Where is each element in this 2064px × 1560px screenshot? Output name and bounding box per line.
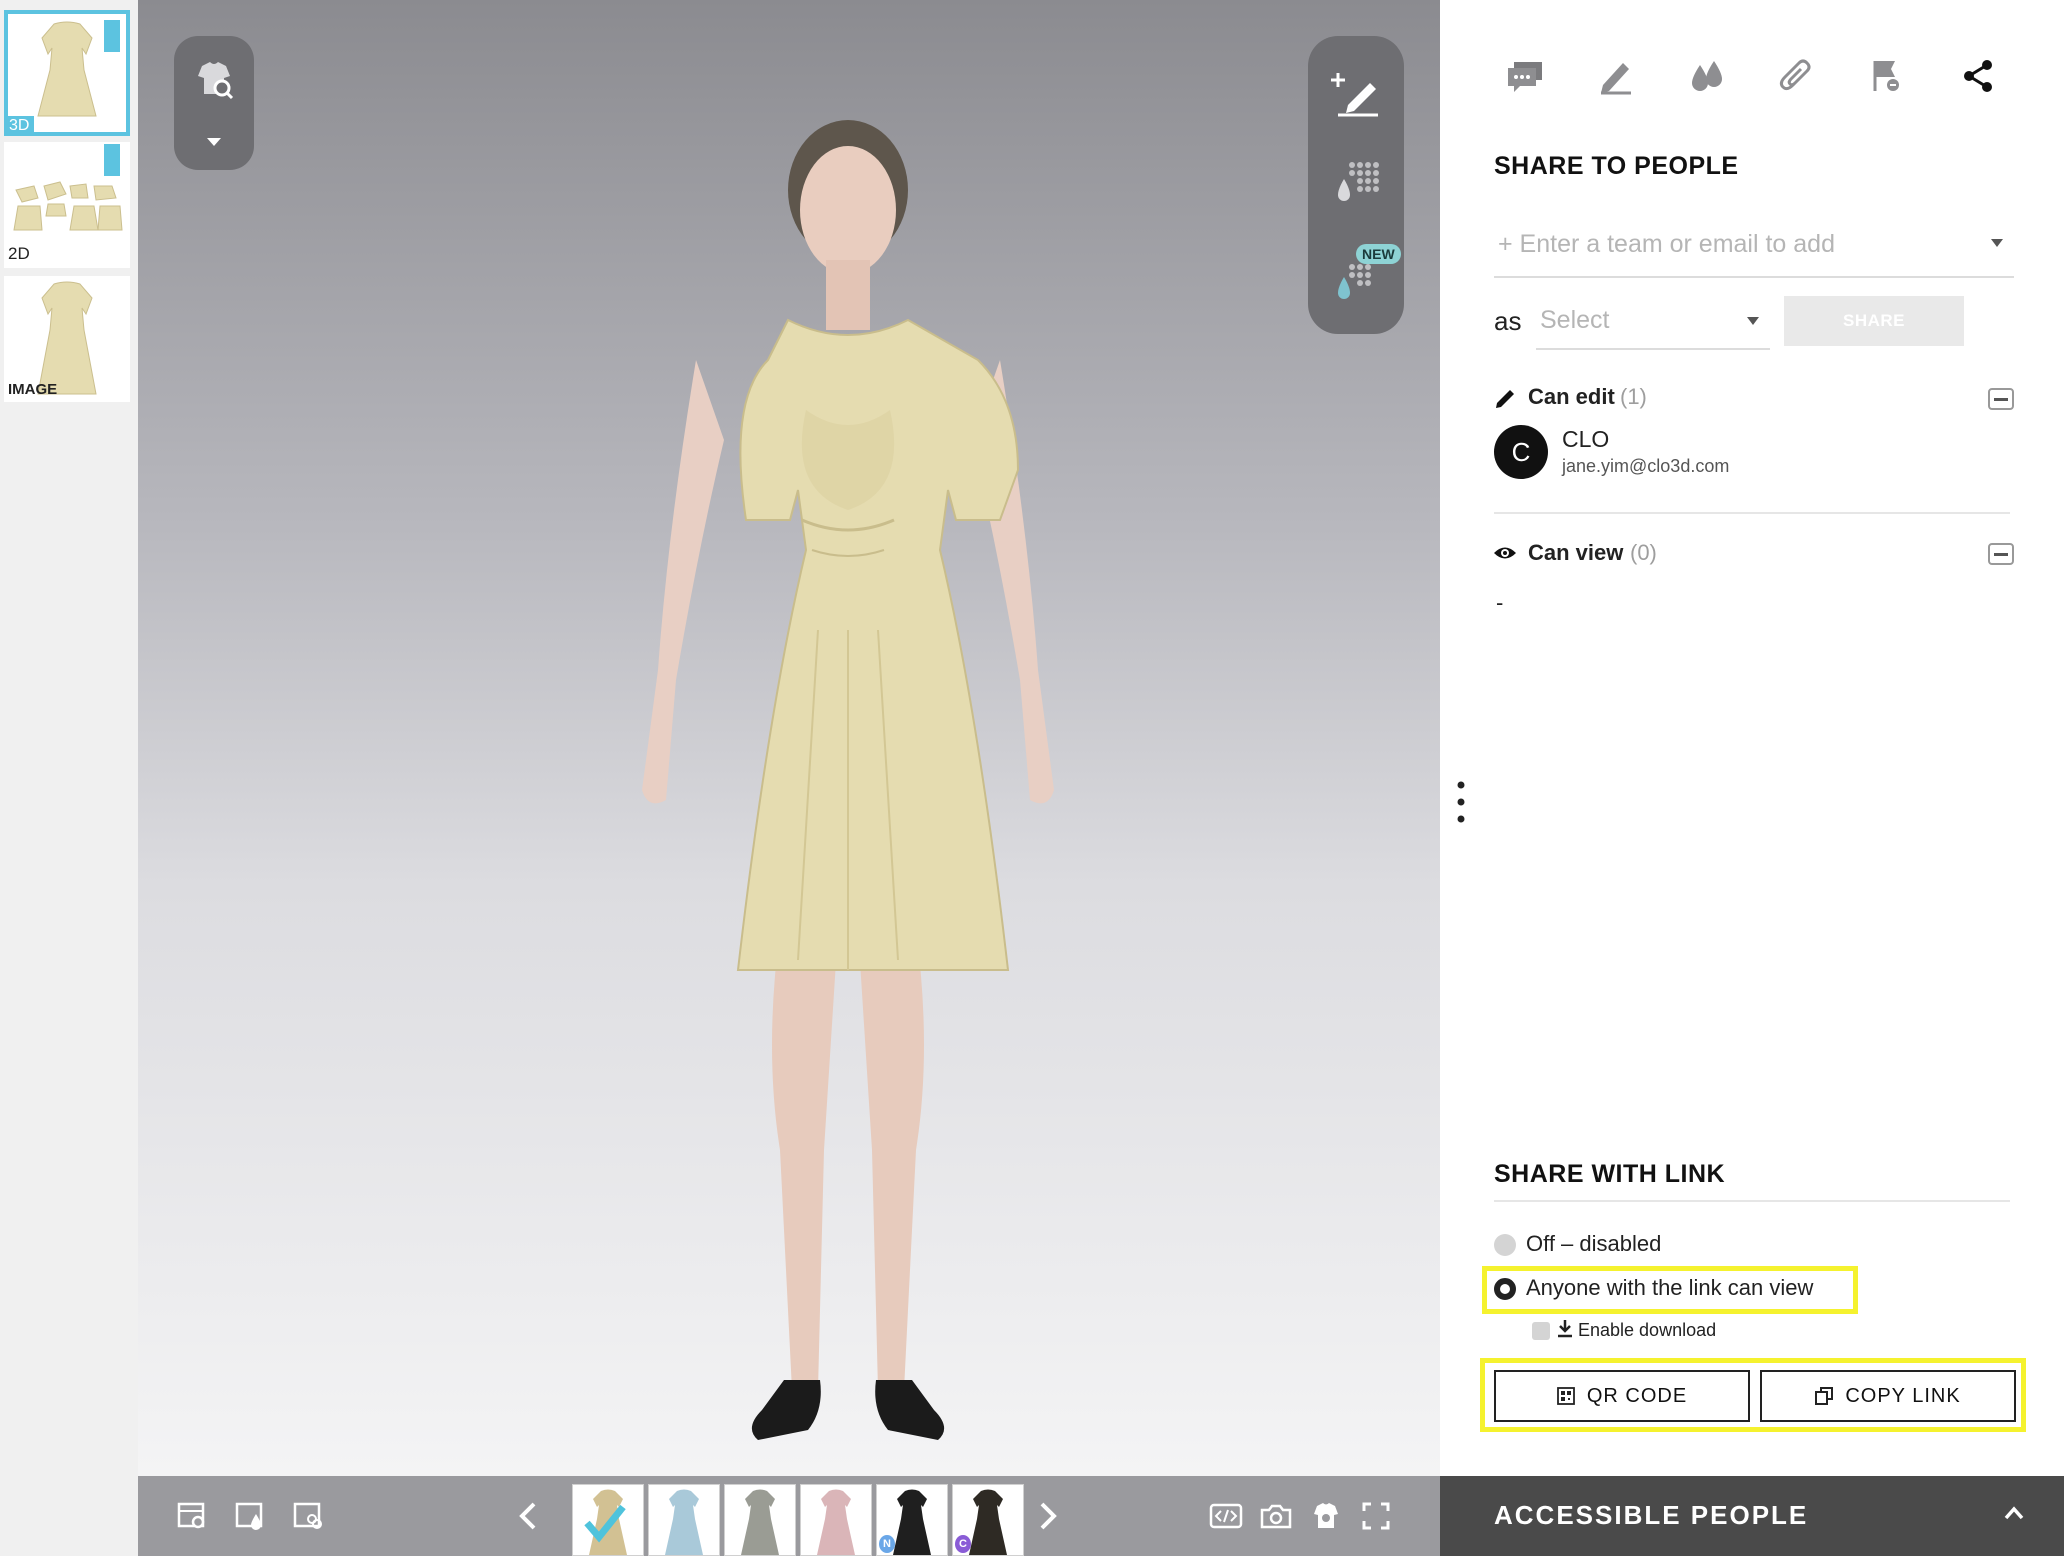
add-annotation-icon[interactable] xyxy=(1308,56,1404,130)
fullscreen-icon[interactable] xyxy=(1356,1496,1396,1536)
role-select-placeholder: Select xyxy=(1540,306,1610,334)
colorway-dress-thumbnail xyxy=(817,1489,855,1555)
dress-garment xyxy=(736,318,1020,971)
avatar-right-leg xyxy=(858,930,924,1390)
colorway-swatch[interactable] xyxy=(648,1484,720,1556)
share-with-link-title: SHARE WITH LINK xyxy=(1494,1160,1726,1188)
qr-code-label: QR CODE xyxy=(1586,1384,1688,1407)
avatar-head xyxy=(800,146,896,274)
colorway-marker-icon: C xyxy=(955,1535,971,1553)
status-flag xyxy=(104,144,120,176)
comment-icon[interactable] xyxy=(1502,52,1550,100)
can-view-label: Can view xyxy=(1528,540,1624,565)
avatar-3d-model[interactable] xyxy=(548,110,1148,1460)
copy-link-button[interactable]: COPY LINK xyxy=(1760,1370,2016,1422)
colorway-grid-icon[interactable] xyxy=(1308,146,1404,220)
chevron-left-icon[interactable] xyxy=(508,1496,548,1536)
qr-code-icon xyxy=(1556,1387,1575,1405)
download-icon xyxy=(1558,1320,1572,1338)
invite-input-field[interactable]: + Enter a team or email to add xyxy=(1494,220,2014,278)
status-flag xyxy=(104,20,120,52)
garment-search-icon[interactable] xyxy=(174,50,254,110)
scene-settings-icon[interactable] xyxy=(172,1496,212,1536)
thumbnail-label-2d: 2D xyxy=(8,244,30,263)
avatar-right-shoe xyxy=(875,1380,945,1440)
accessible-people-label: ACCESSIBLE PEOPLE xyxy=(1494,1500,1809,1530)
radio-off[interactable] xyxy=(1494,1234,1516,1256)
copy-link-label: COPY LINK xyxy=(1845,1384,1961,1407)
can-edit-label: Can edit xyxy=(1528,384,1615,409)
thumbnail-label-3d: 3D xyxy=(4,116,35,136)
copy-icon xyxy=(1815,1387,1834,1405)
avatar-left-arm xyxy=(642,360,724,804)
colorway-swatch[interactable]: C xyxy=(952,1484,1024,1556)
chevron-up-icon[interactable] xyxy=(2004,1506,2024,1520)
attachment-icon[interactable] xyxy=(1772,52,1820,100)
thumbnail-image[interactable]: IMAGE xyxy=(4,276,130,402)
collapse-can-edit-button[interactable] xyxy=(1988,388,2014,410)
pencil-icon xyxy=(1496,390,1514,408)
colorway-swatch[interactable] xyxy=(800,1484,872,1556)
enable-download-checkbox[interactable] xyxy=(1532,1322,1550,1340)
can-view-empty: - xyxy=(1496,590,1504,615)
member-name: CLO xyxy=(1562,426,1610,452)
annotation-toolbar: NEW xyxy=(1308,36,1404,334)
radio-anyone[interactable] xyxy=(1494,1278,1516,1300)
share-panel: SHARE TO PEOPLE + Enter a team or email … xyxy=(1440,0,2064,1556)
share-to-people-title: SHARE TO PEOPLE xyxy=(1494,152,1739,180)
colorway-dress-thumbnail xyxy=(741,1489,779,1555)
colorway-icon[interactable] xyxy=(288,1496,328,1536)
edit-icon[interactable] xyxy=(1592,52,1640,100)
invite-input-placeholder: + Enter a team or email to add xyxy=(1498,230,1835,258)
option-anyone-label: Anyone with the link can view xyxy=(1526,1275,1814,1300)
avatar-neck xyxy=(826,260,870,330)
thumbnail-label-image: IMAGE xyxy=(8,381,58,398)
kebab-handle-icon[interactable] xyxy=(1456,780,1466,824)
collapse-can-view-button[interactable] xyxy=(1988,543,2014,565)
as-label: as xyxy=(1494,306,1522,336)
thumbnail-2d[interactable]: 2D xyxy=(4,142,130,268)
can-view-count: (0) xyxy=(1630,540,1657,565)
qr-code-button[interactable]: QR CODE xyxy=(1494,1370,1750,1422)
accessible-people-bar[interactable]: ACCESSIBLE PEOPLE xyxy=(1440,1476,2064,1556)
eye-icon xyxy=(1494,547,1516,559)
view-thumbnail-strip: 3D 2D IMAGE xyxy=(0,0,138,1556)
viewport-bottom-bar: NC xyxy=(138,1476,1440,1556)
share-button[interactable]: SHARE xyxy=(1784,296,1964,346)
chevron-down-icon[interactable] xyxy=(174,124,254,160)
fabric-icon[interactable] xyxy=(230,1496,270,1536)
share-icon[interactable] xyxy=(1954,52,2002,100)
avatar: C xyxy=(1494,425,1548,479)
chevron-right-icon[interactable] xyxy=(1028,1496,1068,1536)
colorway-marker-icon: N xyxy=(879,1535,895,1553)
section-divider xyxy=(1494,512,2010,514)
colorway-swatch[interactable] xyxy=(572,1484,644,1556)
camera-icon[interactable] xyxy=(1256,1496,1296,1536)
avatar-left-leg xyxy=(772,930,838,1390)
avatar-camera-icon[interactable] xyxy=(1306,1496,1346,1536)
enable-download-label: Enable download xyxy=(1578,1320,1717,1340)
colorway-dress-thumbnail xyxy=(584,1489,627,1555)
colorway-swatch[interactable]: N xyxy=(876,1484,948,1556)
3d-viewport[interactable]: NEW xyxy=(138,0,1440,1476)
role-select[interactable]: Select xyxy=(1536,296,1770,350)
chevron-down-icon[interactable] xyxy=(1746,316,1760,326)
thumbnail-3d[interactable]: 3D xyxy=(4,10,130,136)
colorway-drops-icon[interactable] xyxy=(1682,52,1730,100)
chevron-down-icon[interactable] xyxy=(1990,238,2004,248)
new-badge: NEW xyxy=(1356,244,1401,264)
view-mode-toolbar xyxy=(174,36,254,170)
colorway-swatch[interactable] xyxy=(724,1484,796,1556)
option-off-label: Off – disabled xyxy=(1526,1231,1662,1256)
embed-code-icon[interactable] xyxy=(1206,1496,1246,1536)
member-email: jane.yim@clo3d.com xyxy=(1562,456,1730,476)
colorway-dress-thumbnail xyxy=(665,1489,703,1555)
flag-link-icon[interactable] xyxy=(1862,52,1910,100)
section-divider xyxy=(1494,1200,2010,1202)
avatar-left-shoe xyxy=(751,1380,821,1440)
can-edit-count: (1) xyxy=(1620,384,1647,409)
